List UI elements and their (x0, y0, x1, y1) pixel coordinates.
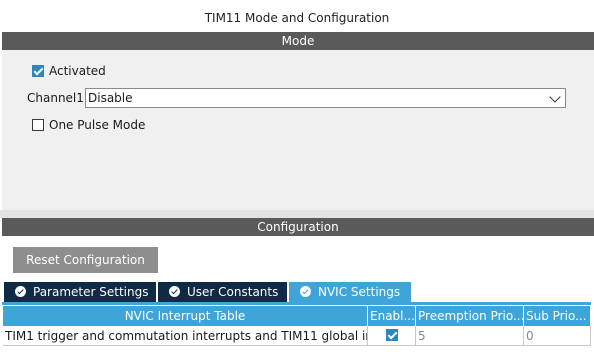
check-circle-icon (169, 286, 180, 297)
table-row-enabled-cell (368, 326, 416, 346)
one-pulse-mode-label: One Pulse Mode (49, 118, 146, 132)
column-header-interrupt-table[interactable]: NVIC Interrupt Table (3, 306, 368, 326)
column-header-preemption-priority[interactable]: Preemption Prio... (416, 306, 524, 326)
column-header-sub-priority[interactable]: Sub Prio... (524, 306, 591, 326)
channel1-value: Disable (88, 91, 133, 105)
interrupt-enabled-checkbox[interactable] (386, 329, 398, 341)
window-title: TIM11 Mode and Configuration (0, 0, 594, 32)
channel1-label: Channel1 (27, 91, 84, 105)
one-pulse-mode-checkbox[interactable] (32, 119, 44, 131)
activated-label: Activated (49, 64, 106, 78)
tab-label: User Constants (187, 285, 279, 299)
reset-configuration-button[interactable]: Reset Configuration (13, 247, 158, 273)
activated-checkbox[interactable] (32, 65, 44, 77)
table-row-interrupt-name: TIM1 trigger and commutation interrupts … (3, 326, 368, 346)
channel1-select[interactable]: Disable (85, 88, 566, 108)
tab-user-constants[interactable]: User Constants (158, 282, 287, 302)
mode-section-header: Mode (2, 32, 594, 50)
configuration-section-header: Configuration (2, 218, 594, 236)
tab-label: Parameter Settings (33, 285, 149, 299)
chevron-down-icon (549, 91, 561, 103)
table-row-preemption-priority[interactable]: 5 (416, 326, 524, 346)
tab-label: NVIC Settings (318, 285, 401, 299)
table-row-sub-priority[interactable]: 0 (524, 326, 591, 346)
mode-panel-divider (0, 210, 594, 218)
column-header-enabled[interactable]: Enabl... (368, 306, 416, 326)
check-circle-icon (300, 286, 311, 297)
check-circle-icon (15, 286, 26, 297)
tab-nvic-settings[interactable]: NVIC Settings (289, 282, 411, 302)
tab-parameter-settings[interactable]: Parameter Settings (4, 282, 156, 302)
tab-underline (2, 302, 591, 305)
